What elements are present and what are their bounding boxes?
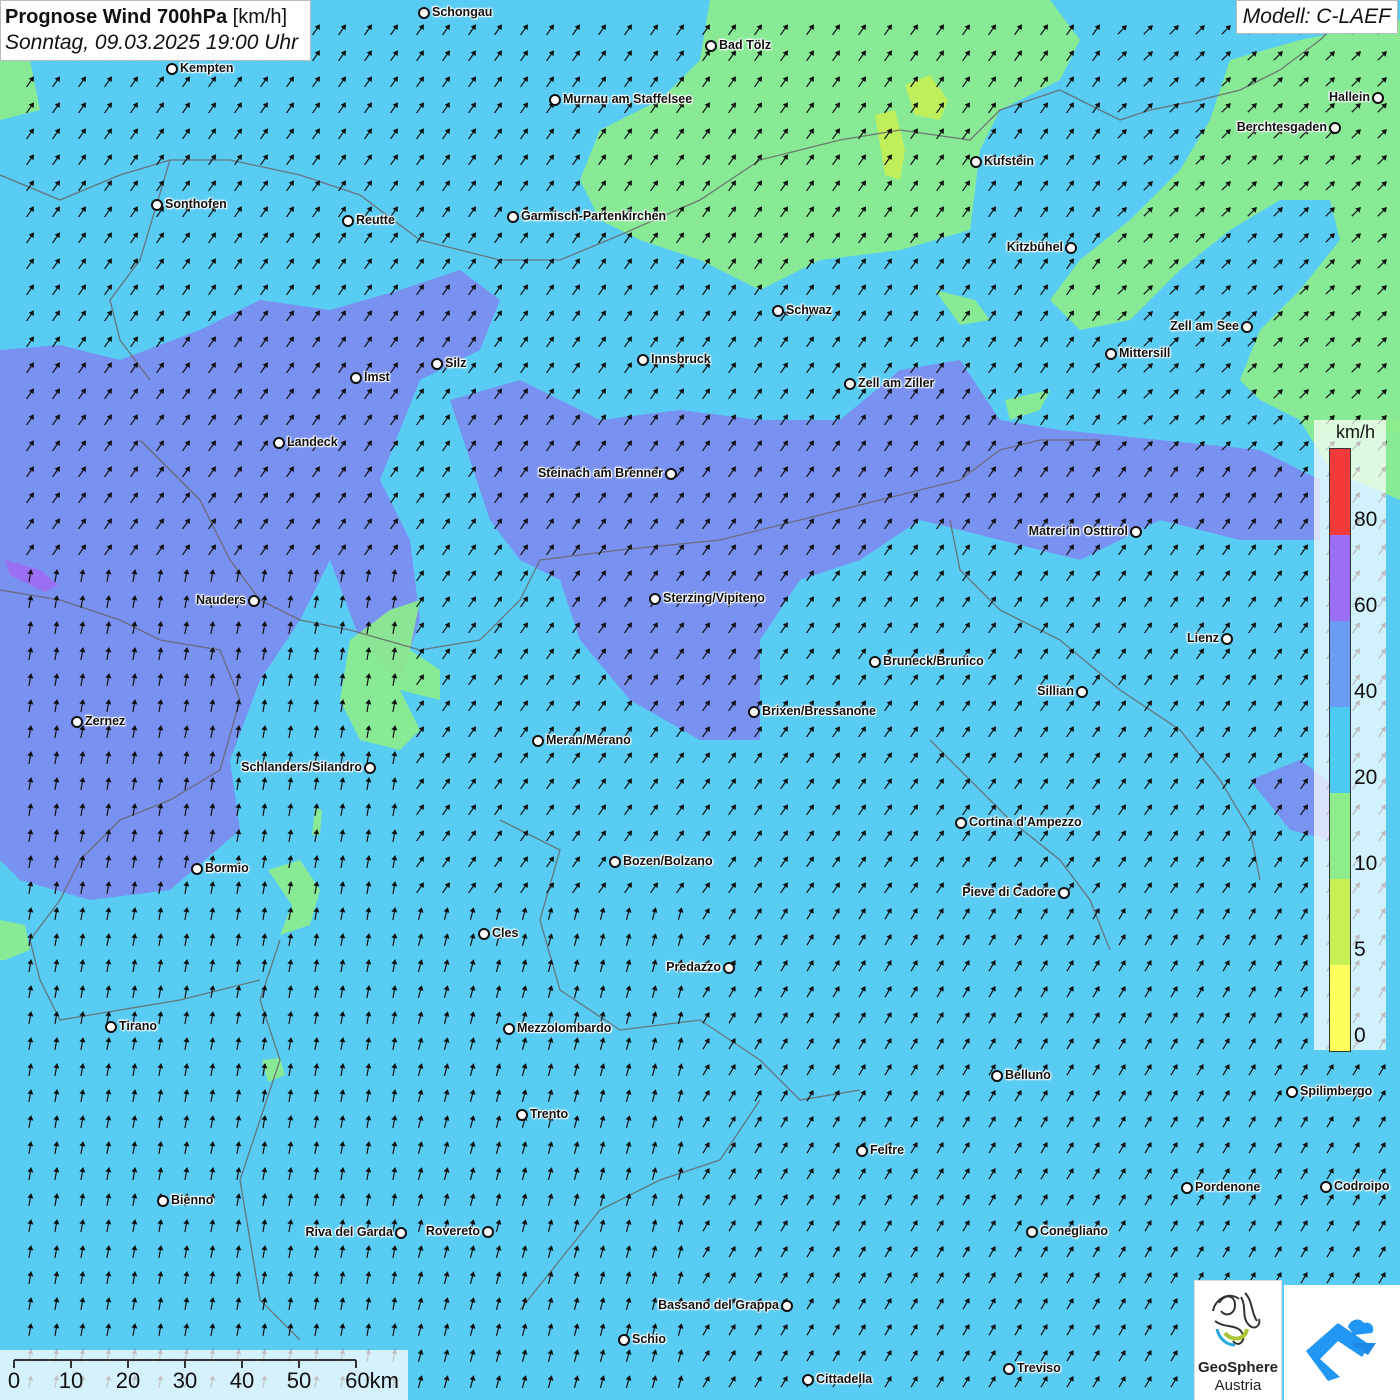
legend-swatch (1330, 449, 1350, 535)
legend-swatch (1330, 535, 1350, 621)
geosphere-name: GeoSphere (1197, 1359, 1279, 1376)
scale-bar-label: 60km (345, 1368, 399, 1393)
map-title: Prognose Wind 700hPa [km/h] (5, 4, 298, 30)
scale-bar-label: 40 (229, 1368, 255, 1393)
legend-tick-label: 5 (1354, 938, 1366, 961)
geosphere-wave-icon (1212, 1292, 1261, 1347)
title-box: Prognose Wind 700hPa [km/h] Sonntag, 09.… (0, 0, 312, 61)
legend-swatch (1330, 879, 1350, 965)
legend-tick-label: 10 (1354, 852, 1378, 875)
legend-swatch (1330, 793, 1350, 879)
title-main: Prognose Wind 700hPa (5, 6, 228, 28)
wind-forecast-map[interactable]: Schongau Bad Tölz Kempten Murnau am Staffel… (0, 0, 1400, 1400)
scale-bar-label: 0 (7, 1368, 21, 1393)
legend-tick-label: 80 (1354, 508, 1378, 531)
wind-app-logo[interactable] (1284, 1285, 1400, 1400)
scale-bar-label: 10 (58, 1368, 84, 1393)
legend-swatch (1330, 965, 1350, 1051)
wind-cloud-arrow-icon (1306, 1319, 1376, 1381)
scale-bar-label: 50 (286, 1368, 312, 1393)
title-unit: [km/h] (232, 6, 288, 28)
legend-tick-label: 20 (1354, 766, 1378, 789)
model-label: Modell: C-LAEF (1235, 0, 1398, 34)
geosphere-sub: Austria (1214, 1377, 1262, 1394)
legend-color-bar (1329, 448, 1351, 1052)
legend-tick-label: 40 (1354, 680, 1378, 703)
legend-unit: km/h (1336, 422, 1376, 442)
wind-speed-field (0, 0, 1400, 1400)
forecast-datetime: Sonntag, 09.03.2025 19:00 Uhr (5, 31, 299, 54)
geosphere-logo[interactable]: GeoSphere Austria (1194, 1280, 1282, 1400)
color-legend: km/h 0 5 10 20 40 60 80 (1314, 420, 1386, 1052)
legend-tick-label: 60 (1354, 594, 1378, 617)
scale-bar: 0 10 20 30 40 50 60km (0, 1350, 408, 1400)
legend-tick-label: 0 (1354, 1024, 1366, 1047)
scale-bar-label: 20 (115, 1368, 141, 1393)
legend-swatch (1330, 621, 1350, 707)
scale-bar-label: 30 (172, 1368, 198, 1393)
legend-swatch (1330, 707, 1350, 793)
